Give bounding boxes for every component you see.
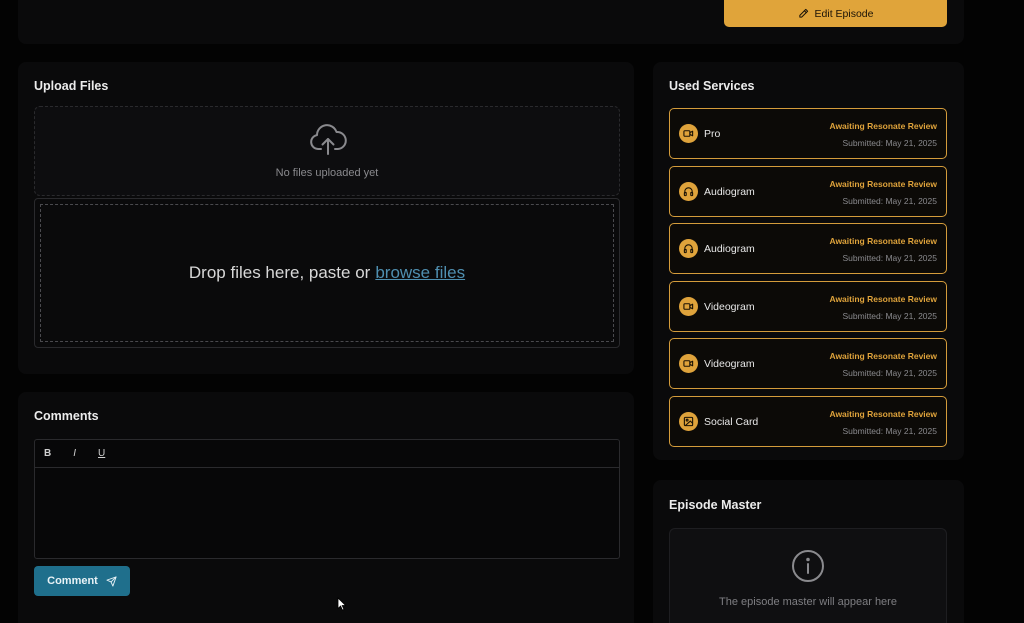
video-icon	[679, 297, 698, 316]
browse-files-link[interactable]: browse files	[375, 263, 465, 283]
service-name: Audiogram	[704, 186, 755, 198]
episode-master-placeholder: The episode master will appear here	[669, 528, 947, 623]
uploaded-files-list: No files uploaded yet	[34, 106, 620, 196]
file-dropzone[interactable]: Drop files here, paste or browse files	[34, 198, 620, 348]
edit-episode-label: Edit Episode	[814, 7, 874, 20]
service-name: Pro	[704, 128, 721, 140]
cloud-upload-icon	[310, 124, 347, 155]
service-status: Awaiting Resonate Review	[829, 409, 937, 419]
service-card-audiogram[interactable]: Audiogram Awaiting Resonate Review Submi…	[669, 223, 947, 274]
service-submitted-date: Submitted: May 21, 2025	[842, 311, 937, 321]
headphones-icon	[679, 239, 698, 258]
comment-button-label: Comment	[47, 575, 98, 587]
service-card-videogram[interactable]: Videogram Awaiting Resonate Review Submi…	[669, 338, 947, 389]
comment-text-area[interactable]	[35, 468, 619, 558]
service-name: Videogram	[704, 358, 755, 370]
service-card-social-card[interactable]: Social Card Awaiting Resonate Review Sub…	[669, 396, 947, 447]
pencil-icon	[798, 8, 808, 18]
service-submitted-date: Submitted: May 21, 2025	[842, 426, 937, 436]
file-dropzone-area[interactable]: Drop files here, paste or browse files	[40, 204, 614, 342]
upload-files-panel: Upload Files No files uploaded yet Drop …	[18, 62, 634, 374]
comment-submit-button[interactable]: Comment	[34, 566, 130, 596]
service-submitted-date: Submitted: May 21, 2025	[842, 196, 937, 206]
send-icon	[106, 575, 117, 587]
service-card-videogram[interactable]: Videogram Awaiting Resonate Review Submi…	[669, 281, 947, 332]
service-status: Awaiting Resonate Review	[829, 351, 937, 361]
service-name: Videogram	[704, 301, 755, 313]
italic-button[interactable]: I	[73, 448, 76, 459]
service-status: Awaiting Resonate Review	[829, 236, 937, 246]
service-name: Social Card	[704, 416, 759, 428]
comments-panel: Comments B I U Comment	[18, 392, 634, 623]
used-services-panel: Used Services Pro Awaiting Resonate Revi…	[653, 62, 964, 460]
service-status: Awaiting Resonate Review	[829, 121, 937, 131]
info-icon	[792, 550, 824, 582]
comments-title: Comments	[34, 409, 99, 423]
dropzone-text: Drop files here, paste or	[188, 263, 371, 282]
episode-master-title: Episode Master	[669, 498, 762, 512]
service-status: Awaiting Resonate Review	[829, 179, 937, 189]
service-card-pro[interactable]: Pro Awaiting Resonate Review Submitted: …	[669, 108, 947, 159]
episode-master-panel: Episode Master The episode master will a…	[653, 480, 964, 623]
service-name: Audiogram	[704, 243, 755, 255]
upload-files-title: Upload Files	[34, 79, 109, 93]
mouse-cursor-icon	[337, 597, 347, 611]
no-files-message: No files uploaded yet	[275, 167, 379, 179]
service-submitted-date: Submitted: May 21, 2025	[842, 253, 937, 263]
video-icon	[679, 124, 698, 143]
bold-button[interactable]: B	[44, 448, 51, 459]
underline-button[interactable]: U	[98, 448, 105, 459]
used-services-title: Used Services	[669, 79, 755, 93]
episode-master-message: The episode master will appear here	[719, 596, 897, 608]
image-icon	[679, 412, 698, 431]
headphones-icon	[679, 182, 698, 201]
service-card-audiogram[interactable]: Audiogram Awaiting Resonate Review Submi…	[669, 166, 947, 217]
comment-editor[interactable]: B I U	[34, 439, 620, 559]
video-icon	[679, 354, 698, 373]
service-submitted-date: Submitted: May 21, 2025	[842, 368, 937, 378]
service-submitted-date: Submitted: May 21, 2025	[842, 138, 937, 148]
editor-toolbar: B I U	[35, 440, 619, 468]
service-status: Awaiting Resonate Review	[829, 294, 937, 304]
edit-episode-button[interactable]: Edit Episode	[724, 0, 947, 27]
